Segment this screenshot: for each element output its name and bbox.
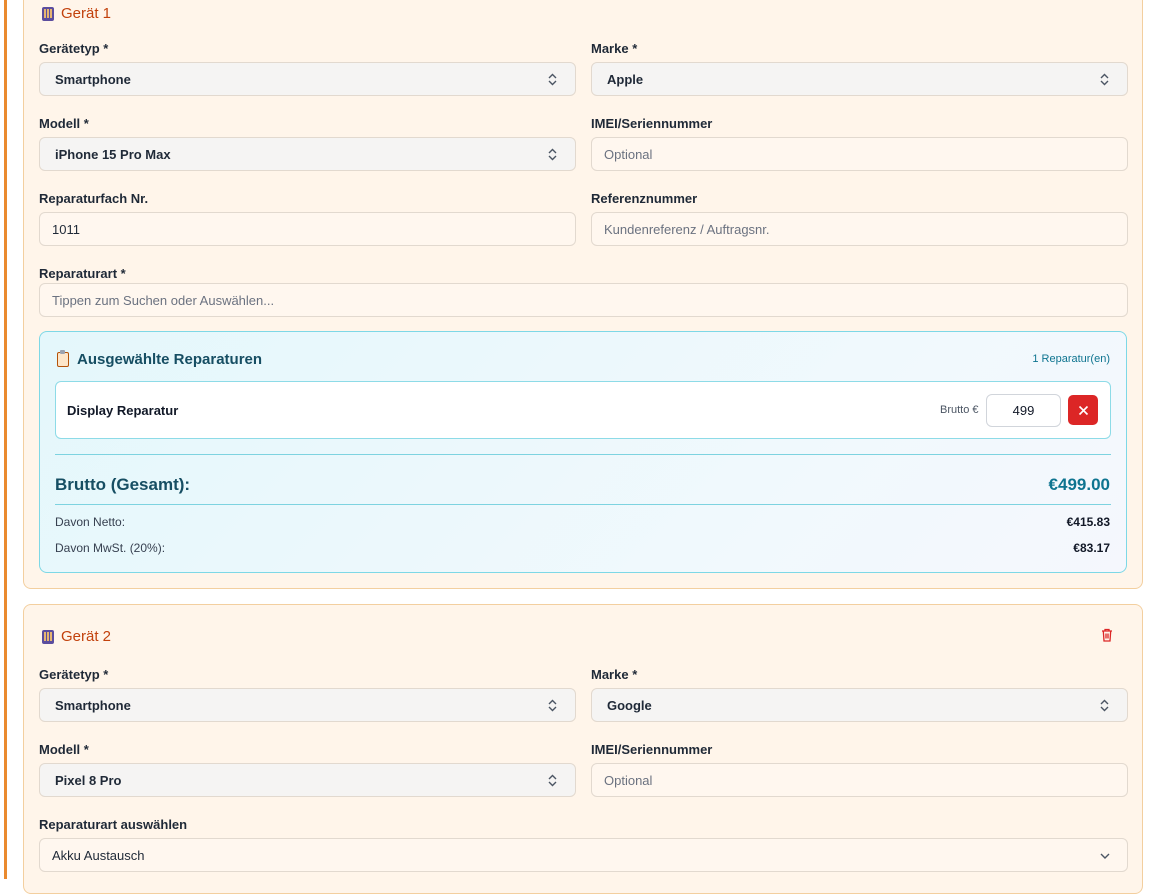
tablet-icon — [42, 6, 54, 21]
brand-select[interactable]: Google — [591, 688, 1128, 722]
device-2-title: Gerät 2 — [61, 628, 112, 645]
selected-repairs-title: Ausgewählte Reparaturen — [77, 351, 263, 368]
model-select[interactable]: iPhone 15 Pro Max — [39, 137, 576, 171]
repair-slot-label: Reparaturfach Nr. — [39, 191, 149, 206]
model-label: Modell * — [39, 742, 89, 757]
brand-value: Apple — [607, 71, 644, 87]
repair-type-value: Akku Austausch — [52, 847, 145, 863]
close-icon — [1078, 405, 1088, 415]
model-label: Modell * — [39, 116, 89, 131]
net-value: €415.83 — [1066, 515, 1110, 529]
model-select[interactable]: Pixel 8 Pro — [39, 763, 576, 797]
imei-label: IMEI/Seriennummer — [591, 116, 713, 131]
device-type-label: Gerätetyp * — [39, 41, 109, 56]
updown-chevron-icon — [548, 699, 557, 712]
brand-select[interactable]: Apple — [591, 62, 1128, 96]
device-1-title: Gerät 1 — [61, 5, 112, 22]
updown-chevron-icon — [548, 148, 557, 161]
device-type-label: Gerätetyp * — [39, 667, 109, 682]
selected-repairs-header: Ausgewählte Reparaturen — [57, 350, 263, 368]
imei-input[interactable]: Optional — [591, 137, 1128, 171]
repair-item: Display Reparatur Brutto € 499 — [55, 381, 1111, 439]
tablet-icon — [42, 629, 54, 644]
trash-icon[interactable] — [1101, 628, 1113, 642]
repair-count: 1 Reparatur(en) — [1032, 353, 1110, 365]
updown-chevron-icon — [1100, 699, 1109, 712]
device-card-2: Gerät 2 Gerätetyp * Smartphone Marke * G… — [23, 604, 1143, 894]
selected-repairs-panel: Ausgewählte Reparaturen 1 Reparatur(en) … — [39, 331, 1127, 573]
device-type-select[interactable]: Smartphone — [39, 62, 576, 96]
updown-chevron-icon — [548, 774, 557, 787]
model-value: Pixel 8 Pro — [55, 772, 122, 788]
net-label: Davon Netto: — [55, 515, 126, 529]
repair-slot-input[interactable]: 1011 — [39, 212, 576, 246]
repair-price-label: Brutto € — [940, 404, 979, 416]
vat-value: €83.17 — [1073, 541, 1110, 555]
model-value: iPhone 15 Pro Max — [55, 146, 171, 162]
total-value: €499.00 — [1048, 475, 1110, 494]
device-card-1: Gerät 1 Gerätetyp * Smartphone Marke * A… — [23, 0, 1143, 589]
device-1-header: Gerät 1 — [42, 5, 111, 22]
divider — [55, 454, 1111, 455]
repair-item-name: Display Reparatur — [67, 403, 179, 418]
vat-label: Davon MwSt. (20%): — [55, 541, 166, 555]
reference-label: Referenznummer — [591, 191, 698, 206]
imei-input[interactable]: Optional — [591, 763, 1128, 797]
device-type-select[interactable]: Smartphone — [39, 688, 576, 722]
repair-price-input[interactable]: 499 — [986, 394, 1061, 427]
accent-bar — [4, 0, 7, 879]
total-label: Brutto (Gesamt): — [55, 475, 191, 494]
repair-type-search-input[interactable]: Tippen zum Suchen oder Auswählen... — [39, 283, 1128, 317]
brand-value: Google — [607, 697, 652, 713]
chevron-down-icon — [1100, 853, 1110, 859]
repair-type-label: Reparaturart auswählen — [39, 817, 188, 832]
divider — [55, 504, 1111, 505]
reference-input[interactable]: Kundenreferenz / Auftragsnr. — [591, 212, 1128, 246]
repair-type-select[interactable]: Akku Austausch — [39, 838, 1128, 872]
updown-chevron-icon — [1100, 73, 1109, 86]
remove-repair-button[interactable] — [1068, 395, 1098, 425]
imei-label: IMEI/Seriennummer — [591, 742, 713, 757]
device-type-value: Smartphone — [55, 71, 131, 87]
device-2-header: Gerät 2 — [42, 628, 111, 645]
brand-label: Marke * — [591, 667, 638, 682]
updown-chevron-icon — [548, 73, 557, 86]
brand-label: Marke * — [591, 41, 638, 56]
clipboard-icon — [57, 350, 69, 367]
device-type-value: Smartphone — [55, 697, 131, 713]
repair-type-label: Reparaturart * — [39, 266, 126, 281]
